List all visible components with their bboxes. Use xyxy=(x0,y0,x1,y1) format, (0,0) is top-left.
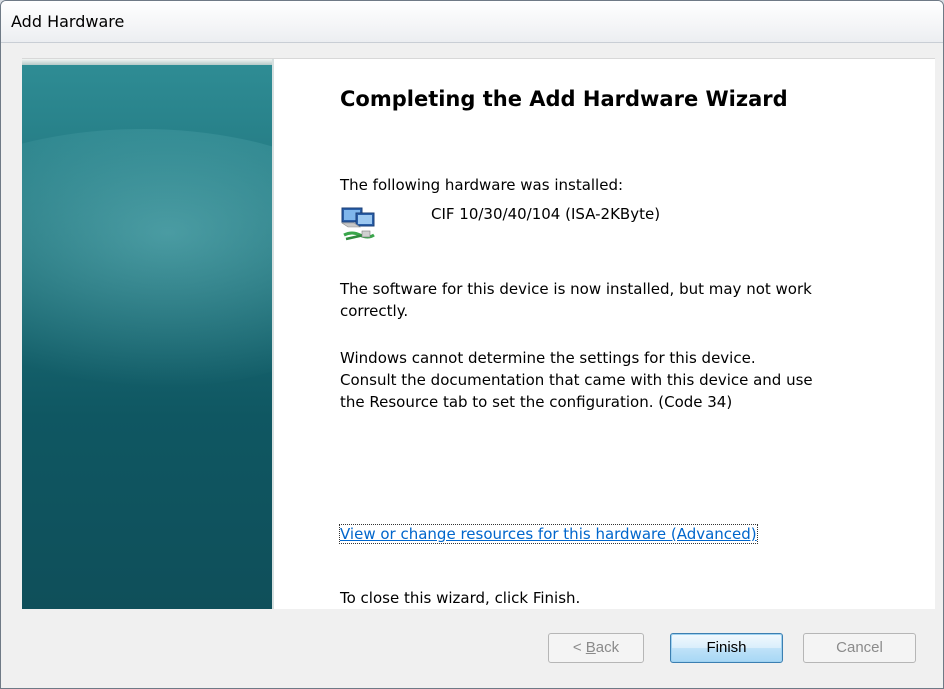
error-line-2: Consult the documentation that came with… xyxy=(340,371,813,389)
back-rest: ack xyxy=(595,639,620,656)
title-bar[interactable]: Add Hardware xyxy=(1,1,943,43)
banner-glow xyxy=(22,129,272,389)
wizard-content: Completing the Add Hardware Wizard The f… xyxy=(22,58,935,610)
device-name: CIF 10/30/40/104 (ISA-2KByte) xyxy=(431,205,661,223)
close-hint: To close this wizard, click Finish. xyxy=(340,589,581,607)
cancel-button[interactable]: Cancel xyxy=(803,633,916,663)
wizard-side-banner xyxy=(22,59,274,609)
installed-label: The following hardware was installed: xyxy=(340,176,624,194)
network-adapter-icon xyxy=(341,207,375,241)
error-line-3: the Resource tab to set the configuratio… xyxy=(340,393,733,411)
finish-button[interactable]: Finish xyxy=(670,633,783,663)
button-bar: < Back Finish Cancel xyxy=(1,609,943,688)
error-line-1: Windows cannot determine the settings fo… xyxy=(340,349,756,367)
back-prefix: < xyxy=(572,639,586,656)
status-line-2: correctly. xyxy=(340,302,409,320)
back-accelerator: B xyxy=(585,639,596,656)
window-title: Add Hardware xyxy=(11,12,125,31)
banner-sheen xyxy=(22,59,272,65)
wizard-heading: Completing the Add Hardware Wizard xyxy=(340,87,788,111)
add-hardware-window: Add Hardware Completing the Add Hardware… xyxy=(0,0,944,689)
status-line-1: The software for this device is now inst… xyxy=(340,280,812,298)
back-button[interactable]: < Back xyxy=(548,633,644,663)
advanced-resources-link[interactable]: View or change resources for this hardwa… xyxy=(339,524,758,544)
